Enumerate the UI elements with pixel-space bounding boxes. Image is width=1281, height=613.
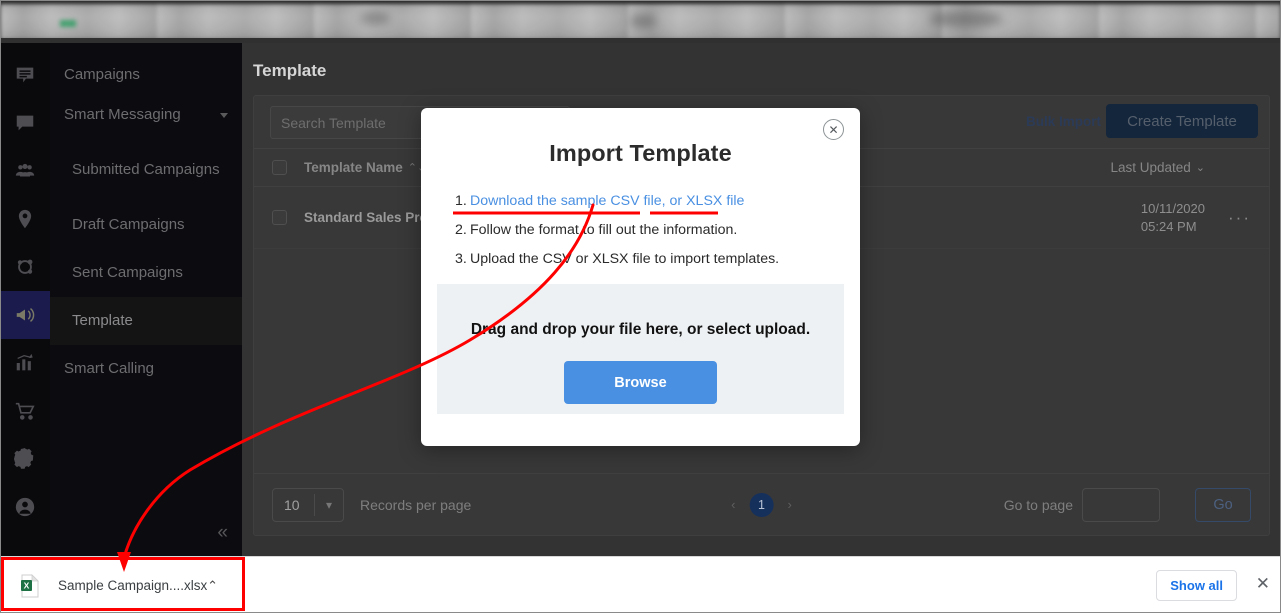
close-icon[interactable]: ✕ <box>1256 575 1270 592</box>
user-account-icon[interactable] <box>0 483 50 531</box>
step-1-separator: , or <box>661 193 687 209</box>
step-2: 2. Follow the format to fill out the inf… <box>455 222 860 238</box>
row-actions-menu-icon[interactable]: ··· <box>1228 208 1251 228</box>
records-per-page-select[interactable]: 10 ▾ <box>272 487 344 522</box>
close-icon[interactable]: ✕ <box>823 119 844 140</box>
cell-time: 05:24 PM <box>1140 218 1197 234</box>
chevron-up-icon[interactable]: ⌃ <box>207 578 218 594</box>
sidebar-item-sent-campaigns[interactable]: Sent Campaigns <box>50 249 242 297</box>
step-3-text: Upload the CSV or XLSX file to import te… <box>470 251 780 267</box>
sidebar-item-draft-campaigns[interactable]: Draft Campaigns <box>50 201 242 249</box>
sidebar-item-label: Campaigns <box>64 65 140 83</box>
sidebar-item-label: Template <box>72 311 133 329</box>
browse-button[interactable]: Browse <box>564 361 717 404</box>
browser-toolbar-blurred <box>0 0 1281 43</box>
share-network-icon[interactable] <box>0 243 50 291</box>
people-group-icon[interactable] <box>0 147 50 195</box>
sidebar-item-submitted-campaigns[interactable]: Submitted Campaigns <box>50 139 242 201</box>
sidebar-item-label: Smart Calling <box>64 359 155 377</box>
step-1: 1. Download the sample CSV file, or XLSX… <box>455 193 860 209</box>
go-to-page-input[interactable] <box>1082 487 1160 522</box>
column-header-template-name[interactable]: Template Name <box>304 160 403 175</box>
sidebar-nav-list: Campaigns Smart Messaging Submitted Camp… <box>50 43 242 393</box>
message-list-icon[interactable] <box>0 51 50 99</box>
bar-chart-icon[interactable] <box>0 339 50 387</box>
excel-file-icon: X <box>20 573 40 598</box>
chat-bubble-icon[interactable] <box>0 99 50 147</box>
sidebar-item-label: Sent Campaigns <box>72 263 183 281</box>
prev-page-button[interactable]: ‹ <box>731 497 735 512</box>
step-3: 3. Upload the CSV or XLSX file to import… <box>455 251 860 267</box>
modal-title: Import Template <box>549 140 732 166</box>
show-all-downloads-button[interactable]: Show all <box>1156 570 1237 601</box>
page-title: Template <box>253 61 327 80</box>
sidebar-collapse-button[interactable]: « <box>217 523 227 542</box>
page-navigator: ‹ 1 › <box>731 492 792 517</box>
chrome-smudge <box>630 14 656 28</box>
modal-steps-list: 1. Download the sample CSV file, or XLSX… <box>455 193 860 267</box>
dropzone-instruction: Drag and drop your file here, or select … <box>470 321 811 338</box>
screen-root: Campaigns Smart Messaging Submitted Camp… <box>0 0 1281 613</box>
sidebar-icon-rail <box>0 43 50 556</box>
next-page-button[interactable]: › <box>788 497 792 512</box>
records-per-page-label: Records per page <box>360 496 472 513</box>
chevron-down-icon: ▾ <box>325 497 333 512</box>
location-pin-icon[interactable] <box>0 195 50 243</box>
column-header-last-updated-label: Last Updated <box>1110 160 1191 175</box>
row-select-checkbox[interactable] <box>272 210 287 225</box>
megaphone-icon[interactable] <box>0 291 50 339</box>
chrome-green-smudge <box>60 20 76 27</box>
create-template-button[interactable]: Create Template <box>1106 104 1258 138</box>
chrome-smudge <box>930 11 1002 27</box>
download-item[interactable]: X Sample Campaign....xlsx ⌃ <box>6 564 240 607</box>
gear-icon[interactable] <box>0 435 50 483</box>
sidebar-item-smart-messaging[interactable]: Smart Messaging <box>50 91 242 139</box>
column-header-last-updated[interactable]: Last Updated ⌄ <box>1110 160 1205 175</box>
svg-text:X: X <box>24 580 30 590</box>
download-file-name: Sample Campaign....xlsx <box>58 578 208 593</box>
file-dropzone[interactable]: Drag and drop your file here, or select … <box>437 284 844 414</box>
cell-last-updated: 10/11/2020 05:24 PM <box>1141 200 1205 235</box>
pagination-bar: 10 ▾ Records per page ‹ 1 › Go to page G… <box>254 473 1269 535</box>
sidebar-item-template[interactable]: Template <box>50 297 242 345</box>
go-button[interactable]: Go <box>1195 487 1251 522</box>
select-all-checkbox[interactable] <box>272 160 287 175</box>
chrome-smudge <box>360 12 390 24</box>
sidebar-item-label: Smart Messaging <box>64 105 181 123</box>
step-number: 3. <box>455 251 467 267</box>
step-1-text: Download the sample CSV file, or XLSX fi… <box>470 193 744 209</box>
step-number: 1. <box>455 193 467 209</box>
chevron-down-icon <box>220 112 228 118</box>
page-number-badge[interactable]: 1 <box>749 492 774 517</box>
cell-date: 10/11/2020 <box>1140 200 1205 216</box>
sidebar-item-label: Draft Campaigns <box>72 215 185 233</box>
shopping-cart-icon[interactable] <box>0 387 50 435</box>
sidebar: Campaigns Smart Messaging Submitted Camp… <box>0 43 242 556</box>
sidebar-item-smart-calling[interactable]: Smart Calling <box>50 345 242 393</box>
sidebar-item-label: Submitted Campaigns <box>72 160 220 178</box>
records-per-page-value: 10 <box>284 496 300 513</box>
import-template-modal: ✕ Import Template 1. Download the sample… <box>421 108 860 446</box>
downloads-shelf: X Sample Campaign....xlsx ⌃ Show all ✕ <box>0 556 1281 613</box>
chevron-down-icon: ⌄ <box>1195 162 1205 174</box>
go-to-page-label: Go to page <box>1003 496 1073 513</box>
step-2-text: Follow the format to fill out the inform… <box>470 222 738 238</box>
download-sample-csv-link[interactable]: Download the sample CSV file <box>470 193 662 209</box>
download-xlsx-link[interactable]: XLSX file <box>686 193 744 209</box>
step-number: 2. <box>455 222 467 238</box>
bulk-import-link[interactable]: Bulk Import <box>1026 114 1101 129</box>
